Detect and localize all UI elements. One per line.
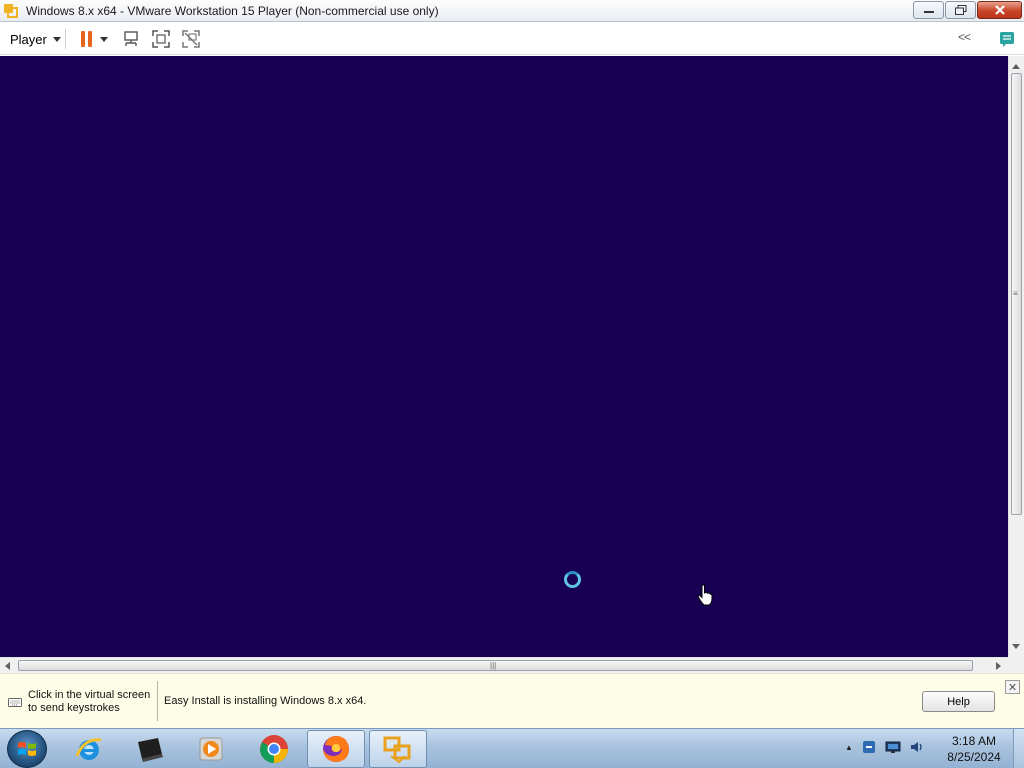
close-button[interactable]: [977, 1, 1022, 19]
vmware-icon: [3, 3, 19, 19]
internet-explorer-icon: [75, 738, 102, 760]
vertical-scrollbar[interactable]: ≡: [1008, 56, 1024, 657]
restore-button[interactable]: [945, 1, 976, 19]
network-computer-icon: [124, 31, 138, 46]
title-bar[interactable]: Windows 8.x x64 - VMware Workstation 15 …: [0, 0, 1024, 22]
close-infobar-button[interactable]: ✕: [1005, 680, 1020, 694]
send-ctrl-alt-del-button[interactable]: [120, 28, 142, 50]
firefox-icon: [323, 736, 349, 762]
scroll-down-icon[interactable]: [1012, 644, 1020, 649]
clock-date: 8/25/2024: [947, 750, 1001, 764]
player-menu-label: Player: [10, 31, 47, 47]
install-status-text: Easy Install is installing Windows 8.x x…: [164, 695, 367, 707]
hint-line-1: Click in the virtual screen: [28, 689, 151, 701]
scroll-up-icon[interactable]: [1012, 64, 1020, 69]
clock-time: 3:18 AM: [951, 734, 997, 748]
keyboard-icon: [8, 695, 22, 712]
unity-icon: [182, 30, 200, 48]
power-dropdown-button[interactable]: [97, 28, 111, 50]
window-controls: [913, 1, 1022, 19]
toolbar-divider: [65, 29, 66, 49]
restore-icon: [954, 5, 966, 15]
minimize-icon: [923, 11, 934, 13]
horizontal-scrollbar[interactable]: |||: [0, 657, 1008, 673]
unity-mode-button[interactable]: [180, 28, 202, 50]
action-center-icon[interactable]: [861, 739, 877, 755]
chrome-icon: [260, 735, 288, 763]
taskbar-media-player[interactable]: [182, 730, 240, 768]
taskbar-firefox[interactable]: [307, 730, 365, 768]
volume-icon[interactable]: [909, 739, 925, 755]
status-info-bar: Click in the virtual screen to send keys…: [0, 673, 1024, 728]
chevron-down-icon: [100, 36, 108, 42]
notes-icon: [1000, 32, 1014, 47]
windows-taskbar: ▲ 3:18 AM 8/25/2024: [0, 728, 1024, 768]
close-icon: ✕: [1007, 681, 1018, 694]
network-icon[interactable]: [885, 739, 901, 755]
info-divider: [157, 681, 158, 721]
media-player-icon: [199, 737, 223, 761]
full-screen-button[interactable]: [150, 28, 172, 50]
hand-cursor-icon: [697, 584, 713, 609]
help-button[interactable]: Help: [922, 691, 995, 712]
computer-box-icon: [138, 738, 163, 762]
player-toolbar: Player <<: [0, 23, 1024, 55]
show-desktop-button[interactable]: [1013, 729, 1024, 768]
windows-logo-icon: [18, 742, 36, 756]
taskbar-vmware-player[interactable]: [369, 730, 427, 768]
chevron-down-icon: [52, 36, 61, 42]
scroll-right-icon[interactable]: [996, 662, 1001, 670]
message-log-button[interactable]: [996, 28, 1018, 50]
player-menu-button[interactable]: Player: [4, 29, 67, 49]
window-title: Windows 8.x x64 - VMware Workstation 15 …: [26, 4, 439, 18]
hint-line-2: to send keystrokes: [28, 702, 120, 714]
horizontal-scroll-thumb[interactable]: |||: [18, 660, 973, 671]
show-hidden-icons-icon[interactable]: ▲: [845, 743, 853, 752]
system-tray: ▲: [845, 739, 925, 755]
taskbar-vm-manager[interactable]: [121, 730, 179, 768]
collapse-toolbar-button[interactable]: <<: [958, 30, 971, 44]
scrollbar-corner: [1008, 657, 1024, 673]
vertical-scroll-thumb[interactable]: ≡: [1011, 73, 1022, 515]
fullscreen-icon: [152, 30, 170, 48]
taskbar-internet-explorer[interactable]: [60, 730, 118, 768]
scroll-left-icon[interactable]: [5, 662, 10, 670]
grip-icon: ≡: [1013, 289, 1018, 298]
grip-icon: |||: [490, 661, 497, 670]
taskbar-chrome[interactable]: [245, 730, 303, 768]
virtual-machine-screen[interactable]: [0, 56, 1008, 657]
start-button[interactable]: [7, 730, 47, 768]
close-icon: [994, 5, 1005, 15]
pause-button[interactable]: [75, 28, 97, 50]
loading-spinner-icon: [564, 571, 581, 588]
minimize-button[interactable]: [913, 1, 944, 19]
vmware-player-icon: [383, 736, 411, 764]
keystroke-hint: Click in the virtual screen to send keys…: [28, 689, 153, 715]
taskbar-clock[interactable]: 3:18 AM 8/25/2024: [940, 733, 1008, 765]
pause-icon: [80, 31, 92, 47]
